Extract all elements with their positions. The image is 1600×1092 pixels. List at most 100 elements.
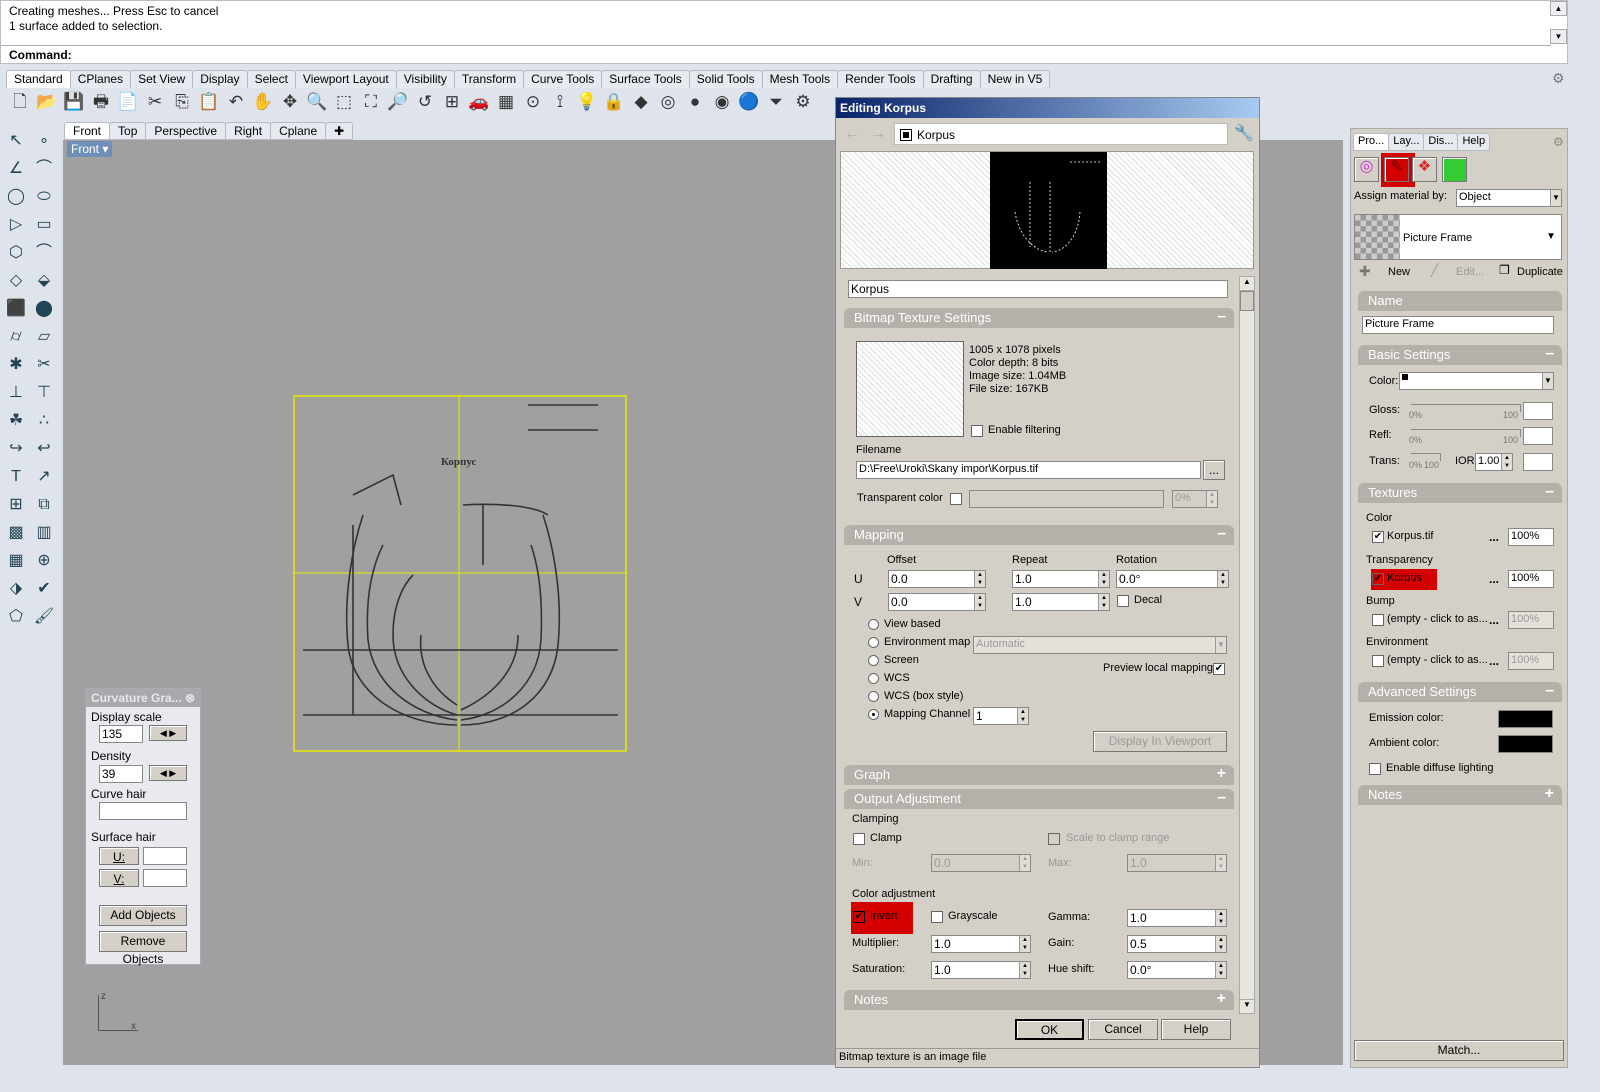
- tab-set-view[interactable]: Set View: [130, 70, 194, 88]
- circle-icon[interactable]: ◯: [2, 184, 30, 209]
- dialog-scrollbar[interactable]: ▲ ▼: [1239, 276, 1255, 1014]
- mapping-channel-input[interactable]: 1 ▲ ▼: [973, 707, 1029, 725]
- text-icon[interactable]: T: [2, 464, 30, 489]
- saturation-input[interactable]: 1.0 ▲ ▼: [931, 961, 1031, 979]
- assign-material-select[interactable]: Object ▼: [1456, 189, 1562, 207]
- surface-icon[interactable]: ◇: [2, 268, 30, 293]
- tab-surface-tools[interactable]: Surface Tools: [601, 70, 690, 88]
- tab-new-in-v5[interactable]: New in V5: [979, 70, 1051, 88]
- scroll-up-button[interactable]: ▲: [1550, 1, 1567, 16]
- transparent-pct-input[interactable]: 0% ▲ ▼: [1172, 490, 1218, 508]
- car-icon[interactable]: 🚗: [467, 90, 491, 114]
- panel-tab-dis[interactable]: Dis...: [1423, 133, 1459, 151]
- copy-icon[interactable]: ⎘: [170, 90, 194, 114]
- plane-icon[interactable]: ▱: [30, 324, 58, 349]
- hatch-icon[interactable]: ▥: [30, 520, 58, 545]
- color-texture-name[interactable]: Korpus.tif: [1387, 530, 1433, 542]
- chamfer-icon[interactable]: ↩: [30, 436, 58, 461]
- environment-texture-checkbox[interactable]: [1372, 655, 1384, 667]
- wrench-icon[interactable]: 🔧: [1234, 123, 1254, 143]
- lock-icon[interactable]: 🔒: [602, 90, 626, 114]
- picture-frame-drawing[interactable]: Корпус: [293, 395, 627, 752]
- preview-local-checkbox[interactable]: ✔: [1213, 663, 1225, 675]
- mapping-radio-screen[interactable]: [868, 655, 879, 666]
- render-preview-icon[interactable]: ◉: [710, 90, 734, 114]
- transparent-color-checkbox[interactable]: [950, 493, 962, 505]
- repeat-u-input[interactable]: 1.0 ▲ ▼: [1012, 570, 1110, 588]
- gamma-input[interactable]: 1.0 ▲ ▼: [1127, 909, 1227, 927]
- advanced-settings-header[interactable]: Advanced Settings –: [1358, 682, 1562, 702]
- viewport-tab-cplane[interactable]: Cplane: [270, 122, 327, 140]
- transparent-color-swatch[interactable]: [969, 490, 1164, 508]
- import-icon[interactable]: 📄: [116, 90, 140, 114]
- select-icon[interactable]: ↖: [2, 128, 30, 153]
- new-icon[interactable]: 🗋: [8, 90, 32, 114]
- viewport-tab-perspective[interactable]: Perspective: [145, 122, 227, 140]
- output-section-header[interactable]: Output Adjustment –: [844, 789, 1234, 809]
- polygon-icon[interactable]: ▷: [2, 212, 30, 237]
- panel-tab-help[interactable]: Help: [1457, 133, 1491, 151]
- graph-section-header[interactable]: Graph +: [844, 765, 1234, 785]
- display-in-viewport-button[interactable]: Display In Viewport: [1093, 731, 1227, 752]
- zoom-extents-icon[interactable]: ⛶: [359, 90, 383, 114]
- explode-icon[interactable]: ☘: [2, 408, 30, 433]
- color-wheel-icon[interactable]: ◎: [656, 90, 680, 114]
- offset-icon[interactable]: ↪: [2, 436, 30, 461]
- bitmap-section-header[interactable]: Bitmap Texture Settings –: [844, 308, 1234, 328]
- remove-objects-button[interactable]: Remove Objects: [99, 931, 187, 966]
- box-icon[interactable]: ⬛: [2, 296, 30, 321]
- tab-mesh-tools[interactable]: Mesh Tools: [761, 70, 839, 88]
- forward-icon[interactable]: →: [870, 125, 886, 143]
- duplicate-material-button[interactable]: Duplicate: [1517, 266, 1563, 278]
- tab-transform[interactable]: Transform: [453, 70, 525, 88]
- min-input[interactable]: 0.0 ▲ ▼: [931, 854, 1031, 872]
- notes-section-header[interactable]: Notes +: [844, 990, 1234, 1010]
- analyze-icon[interactable]: ⬗: [2, 576, 30, 601]
- material-selector[interactable]: Picture Frame ▼: [1354, 214, 1562, 260]
- object-properties-icon[interactable]: ◎: [1354, 157, 1379, 182]
- tab-standard[interactable]: Standard: [6, 70, 71, 88]
- split-icon[interactable]: ⊥: [2, 380, 30, 405]
- boolean-icon[interactable]: ✱: [2, 352, 30, 377]
- grayscale-checkbox[interactable]: [931, 911, 943, 923]
- fillet-icon[interactable]: ⬡: [2, 240, 30, 265]
- light-icon[interactable]: 💡: [575, 90, 599, 114]
- enable-filtering-checkbox[interactable]: [971, 425, 983, 437]
- offset-v-input[interactable]: 0.0 ▲ ▼: [888, 593, 986, 611]
- sphere-icon[interactable]: ⬤: [30, 296, 58, 321]
- tab-render-tools[interactable]: Render Tools: [837, 70, 924, 88]
- tab-drafting[interactable]: Drafting: [922, 70, 981, 88]
- shaded-icon[interactable]: ●: [683, 90, 707, 114]
- edit-material-button[interactable]: Edit...: [1456, 266, 1484, 278]
- render-icon[interactable]: 🔵: [737, 90, 761, 114]
- zoom-window-icon[interactable]: ⬚: [332, 90, 356, 114]
- rectangle-icon[interactable]: ▭: [30, 212, 58, 237]
- environment-amount-input[interactable]: 100%: [1508, 652, 1554, 670]
- tab-select[interactable]: Select: [246, 70, 296, 88]
- viewport-tab-front[interactable]: Front: [64, 122, 111, 140]
- extrude-icon[interactable]: ⬙: [30, 268, 58, 293]
- grid-array-icon[interactable]: ▦: [2, 548, 30, 573]
- offset-u-input[interactable]: 0.0 ▲ ▼: [888, 570, 986, 588]
- color-swatch[interactable]: ▼: [1399, 372, 1554, 390]
- u-color[interactable]: [143, 847, 187, 865]
- environment-texture-name[interactable]: (empty - click to as...: [1387, 654, 1488, 666]
- tab-viewport-layout[interactable]: Viewport Layout: [294, 70, 397, 88]
- filename-input[interactable]: D:\Free\Uroki\Skany impor\Korpus.tif: [856, 461, 1201, 479]
- mapping-radio-view-based[interactable]: [868, 619, 879, 630]
- bump-amount-input[interactable]: 100%: [1508, 611, 1554, 629]
- tab-curve-tools[interactable]: Curve Tools: [523, 70, 603, 88]
- transparency-texture-checkbox[interactable]: ✔: [1372, 573, 1384, 585]
- back-icon[interactable]: ←: [844, 125, 860, 143]
- grid-icon[interactable]: ▦: [494, 90, 518, 114]
- transparency-amount-input[interactable]: 100%: [1508, 570, 1554, 588]
- rotation-input[interactable]: 0.0° ▲ ▼: [1116, 570, 1229, 588]
- invert-checkbox[interactable]: ✔: [853, 911, 865, 923]
- add-viewport-tab-icon[interactable]: ✚: [325, 122, 354, 140]
- new-material-button[interactable]: New: [1388, 266, 1410, 278]
- scroll-down-button[interactable]: ▼: [1550, 29, 1567, 44]
- ok-button[interactable]: OK: [1015, 1019, 1084, 1040]
- panel-title[interactable]: Curvature Gra... ⊗: [86, 689, 200, 707]
- bump-texture-browse[interactable]: ...: [1489, 613, 1499, 627]
- add-objects-button[interactable]: Add Objects: [99, 905, 187, 926]
